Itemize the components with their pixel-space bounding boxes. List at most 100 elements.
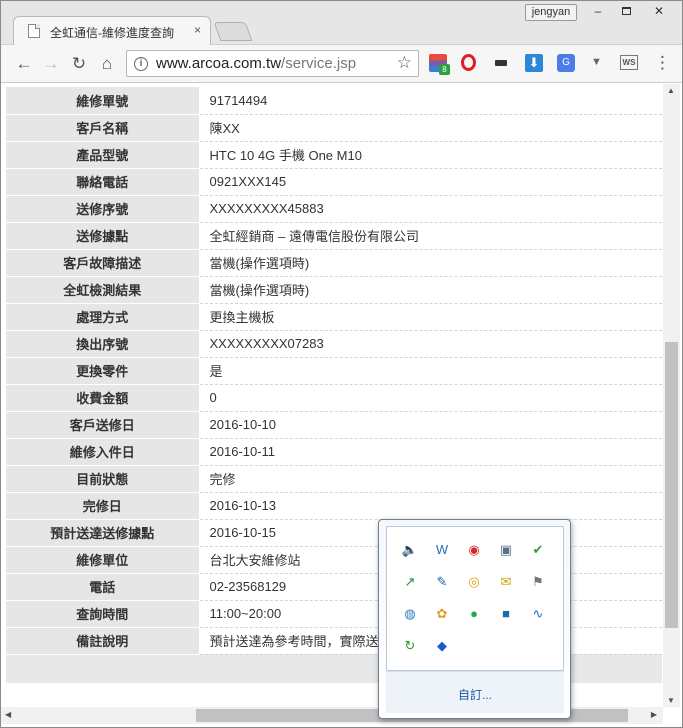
translate-extension-icon[interactable]: G — [557, 54, 575, 72]
red-app-icon[interactable]: ◉ — [465, 541, 483, 559]
scroll-down-arrow-icon[interactable]: ▼ — [667, 696, 675, 705]
table-row: 維修單號 91714494 — [6, 87, 662, 115]
field-label: 更換零件 — [6, 357, 200, 385]
tab-close-icon[interactable]: × — [194, 23, 201, 37]
field-label: 預計送達送修據點 — [6, 519, 200, 547]
close-window-button[interactable]: ✕ — [646, 3, 672, 21]
url-text[interactable]: www.arcoa.com.tw/service.jsp — [156, 55, 356, 72]
field-value: 陳XX — [199, 114, 662, 142]
profile-name-badge[interactable]: jengyan — [525, 4, 577, 21]
field-value: 2016-10-13 — [199, 492, 662, 520]
opera-extension-icon[interactable] — [461, 54, 476, 71]
field-label: 維修單號 — [6, 87, 200, 115]
network-error-icon[interactable]: ▣ — [497, 541, 515, 559]
vertical-scroll-thumb[interactable] — [665, 342, 678, 628]
blue-tool-icon[interactable]: ✎ — [433, 573, 451, 591]
line-chat-icon[interactable]: ● — [465, 605, 483, 623]
extension-dropdown-icon[interactable]: ▼ — [591, 56, 609, 74]
browser-tab[interactable]: 全虹通信-維修進度查詢 × — [13, 16, 211, 45]
table-row: 產品型號 HTC 10 4G 手機 One M10 — [6, 141, 662, 169]
vertical-scrollbar[interactable]: ▲ ▼ — [663, 84, 680, 707]
field-value: 是 — [199, 357, 662, 385]
reload-button[interactable]: ↻ — [68, 53, 90, 75]
cast-extension-icon[interactable] — [495, 60, 507, 66]
table-row: 換出序號 XXXXXXXXX07283 — [6, 330, 662, 358]
field-label: 聯絡電話 — [6, 168, 200, 196]
field-value: 2016-10-11 — [199, 438, 662, 466]
table-row: 送修序號 XXXXXXXXX45883 — [6, 195, 662, 223]
extension-notes-icon[interactable]: 8 — [429, 54, 450, 75]
table-row: 客戶故障描述 當機(操作選項時) — [6, 249, 662, 277]
field-value: 更換主機板 — [199, 303, 662, 331]
field-label: 送修序號 — [6, 195, 200, 223]
ws-extension-icon[interactable]: WS — [620, 55, 638, 70]
field-value: 2016-10-10 — [199, 411, 662, 439]
customize-link[interactable]: 自訂... — [386, 686, 564, 703]
blue-diamond-icon[interactable]: ◆ — [433, 637, 451, 655]
scroll-left-arrow-icon[interactable]: ◀ — [5, 710, 11, 719]
field-label: 備註說明 — [6, 627, 200, 655]
field-label: 客戶故障描述 — [6, 249, 200, 277]
field-value: XXXXXXXXX45883 — [199, 195, 662, 223]
flag-icon[interactable]: ⚑ — [529, 573, 547, 591]
browser-menu-button[interactable]: ⋮ — [654, 53, 671, 73]
field-value: 91714494 — [199, 87, 662, 115]
field-label: 客戶送修日 — [6, 411, 200, 439]
table-row: 收費金額 0 — [6, 384, 662, 412]
table-row: 更換零件是 — [6, 357, 662, 385]
scroll-up-arrow-icon[interactable]: ▲ — [667, 86, 675, 95]
mail-icon[interactable]: ✉ — [497, 573, 515, 591]
orange-o-icon[interactable]: ◎ — [465, 573, 483, 591]
cloud-sync-icon[interactable]: ■ — [497, 605, 515, 623]
table-row: 客戶送修日 2016-10-10 — [6, 411, 662, 439]
field-label: 產品型號 — [6, 141, 200, 169]
browser-toolbar: ← → ↻ ⌂ i www.arcoa.com.tw/service.jsp ☆… — [1, 45, 682, 83]
bookmark-star-icon[interactable]: ☆ — [397, 53, 412, 73]
minimize-button[interactable]: – — [585, 3, 611, 21]
tray-icon-grid: 🔈 W ◉ ▣ ✔ ↗ ✎ ◎ ✉ ⚑ ◍ ✿ ● ■ ∿ ↻ ◆ — [386, 526, 564, 671]
table-row: 聯絡電話 0921XXX145 — [6, 168, 662, 196]
field-label: 完修日 — [6, 492, 200, 520]
wifi-app-icon[interactable]: W — [433, 541, 451, 559]
field-label: 電話 — [6, 573, 200, 601]
field-value: XXXXXXXXX07283 — [199, 330, 662, 358]
field-value: 當機(操作選項時) — [199, 249, 662, 277]
pulse-icon[interactable]: ∿ — [529, 605, 547, 623]
home-button[interactable]: ⌂ — [96, 53, 118, 75]
field-label: 全虹檢測結果 — [6, 276, 200, 304]
url-path: /service.jsp — [281, 55, 357, 72]
field-label: 維修單位 — [6, 546, 200, 574]
table-row: 維修入件日 2016-10-11 — [6, 438, 662, 466]
table-row: 目前狀態 完修 — [6, 465, 662, 493]
field-label: 收費金額 — [6, 384, 200, 412]
check-shield-icon[interactable]: ✔ — [529, 541, 547, 559]
table-row: 送修據點 全虹經銷商 – 遠傳電信股份有限公司 — [6, 222, 662, 250]
field-label: 處理方式 — [6, 303, 200, 331]
maximize-button[interactable] — [613, 3, 639, 21]
forward-button[interactable]: → — [40, 53, 62, 75]
field-value: HTC 10 4G 手機 One M10 — [199, 141, 662, 169]
table-row: 客戶名稱 陳XX — [6, 114, 662, 142]
field-label: 送修據點 — [6, 222, 200, 250]
address-bar[interactable]: i www.arcoa.com.tw/service.jsp ☆ — [126, 50, 419, 77]
new-tab-button[interactable] — [213, 22, 253, 41]
field-value: 當機(操作選項時) — [199, 276, 662, 304]
globe-icon[interactable]: ◍ — [401, 605, 419, 623]
field-value: 0 — [199, 384, 662, 412]
table-row: 完修日 2016-10-13 — [6, 492, 662, 520]
maximize-icon — [621, 7, 631, 15]
scroll-right-arrow-icon[interactable]: ▶ — [651, 710, 657, 719]
back-button[interactable]: ← — [13, 53, 35, 75]
green-chart-icon[interactable]: ↗ — [401, 573, 419, 591]
green-sync-icon[interactable]: ↻ — [401, 637, 419, 655]
title-bar: 全虹通信-維修進度查詢 × jengyan – ✕ — [1, 1, 682, 45]
field-value: 0921XXX145 — [199, 168, 662, 196]
sound-settings-icon[interactable]: 🔈 — [401, 541, 419, 559]
extension-badge-count: 8 — [439, 64, 450, 75]
site-info-icon[interactable]: i — [134, 57, 148, 71]
paint-icon[interactable]: ✿ — [433, 605, 451, 623]
table-row: 全虹檢測結果 當機(操作選項時) — [6, 276, 662, 304]
field-value: 完修 — [199, 465, 662, 493]
download-extension-icon[interactable]: ⬇ — [525, 54, 543, 72]
field-label: 維修入件日 — [6, 438, 200, 466]
